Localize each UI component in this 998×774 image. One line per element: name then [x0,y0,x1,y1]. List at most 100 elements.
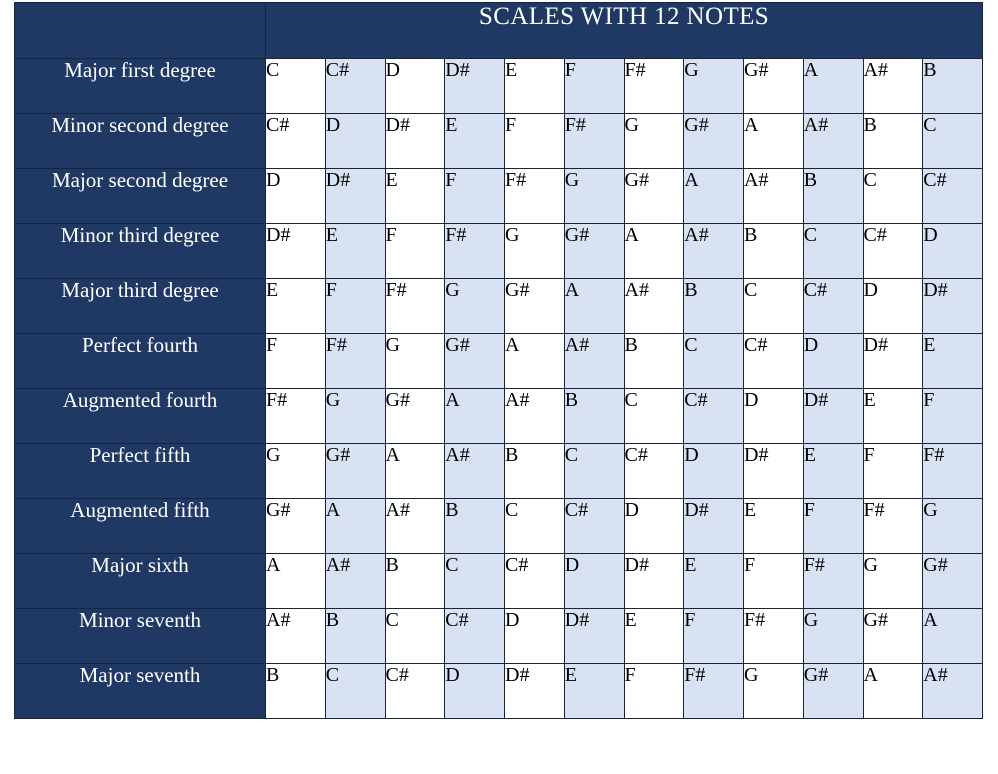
note-cell: F# [324,333,386,389]
note-cell: F [384,223,446,279]
row-label-cell: Major seventh [14,663,266,719]
note-cell: D [743,388,804,444]
table-header-row: SCALES WITH 12 NOTES [14,2,983,59]
note-cell: D# [802,388,864,444]
note-cell: A [743,113,804,169]
note-cell: A# [922,663,983,719]
note-cell: B [862,113,924,169]
note-cell: D [683,443,744,499]
note-cell: C# [324,58,386,114]
note-cell: A# [504,388,565,444]
row-label-cell: Major third degree [14,278,266,334]
note-cell: F [324,278,386,334]
note-cell: F# [743,608,804,664]
note-cell: F# [922,443,983,499]
note-cell: C [563,443,625,499]
note-cell: C# [623,443,685,499]
table-row: Perfect fifth G G# A A# B C C# D D# E F F# [14,443,983,499]
note-cell: G [444,278,505,334]
note-cell: E [623,608,685,664]
note-cell: G# [504,278,565,334]
note-cell: F [504,113,565,169]
note-cell: D# [504,663,565,719]
note-cell: C# [563,498,625,554]
table-row: Minor seventh A# B C C# D D# E F F# G G# A [14,608,983,664]
note-cell: E [265,278,326,334]
note-cell: G# [265,498,326,554]
table-row: Augmented fifth G# A A# B C C# D D# E F F# G [14,498,983,554]
note-cell: F [265,333,326,389]
note-cell: D# [265,223,326,279]
note-cell: G [384,333,446,389]
table-row: Major sixth A A# B C C# D D# E F F# G G# [14,553,983,609]
note-cell: D [623,498,685,554]
note-cell: B [683,278,744,334]
note-cell: C [922,113,983,169]
table-title: SCALES WITH 12 NOTES [265,2,983,59]
table-row: Major third degree E F F# G G# A A# B C C# D D# [14,278,983,334]
note-cell: G [862,553,924,609]
note-cell: F# [444,223,505,279]
row-label-cell: Major sixth [14,553,266,609]
note-cell: G# [743,58,804,114]
note-cell: F# [683,663,744,719]
note-cell: D# [922,278,983,334]
note-cell: G [504,223,565,279]
note-cell: E [802,443,864,499]
note-cell: C# [922,168,983,224]
note-cell: D# [862,333,924,389]
note-cell: D# [623,553,685,609]
note-cell: E [862,388,924,444]
note-cell: F [623,663,685,719]
note-cell: E [324,223,386,279]
note-cell: F# [504,168,565,224]
note-cell: C [444,553,505,609]
table-row: Major first degree C C# D D# E F F# G G# A A# B [14,58,983,114]
note-cell: C [802,223,864,279]
note-cell: D# [683,498,744,554]
row-label-cell: Minor seventh [14,608,266,664]
row-label-cell: Augmented fifth [14,498,266,554]
note-cell: E [922,333,983,389]
note-cell: B [265,663,326,719]
note-cell: B [384,553,446,609]
note-cell: B [743,223,804,279]
note-cell: D [862,278,924,334]
table-row: Perfect fourth F F# G G# A A# B C C# D D# E [14,333,983,389]
note-cell: A# [683,223,744,279]
note-cell: D# [563,608,625,664]
note-cell: G# [444,333,505,389]
note-cell: D [384,58,446,114]
note-cell: E [563,663,625,719]
note-cell: F# [384,278,446,334]
note-cell: F# [563,113,625,169]
scales-table-container: SCALES WITH 12 NOTES Major first degree C C… [14,2,983,719]
note-cell: C# [384,663,446,719]
note-cell: A# [444,443,505,499]
note-cell: C [504,498,565,554]
note-cell: C [743,278,804,334]
note-cell: F [444,168,505,224]
table-body: SCALES WITH 12 NOTES Major first degree C C… [14,2,983,719]
row-label-cell: Perfect fourth [14,333,266,389]
note-cell: D [444,663,505,719]
note-cell: E [504,58,565,114]
note-cell: D# [324,168,386,224]
note-cell: C [324,663,386,719]
note-cell: C# [862,223,924,279]
note-cell: C# [802,278,864,334]
note-cell: C [623,388,685,444]
row-label-cell: Major second degree [14,168,266,224]
note-cell: C [683,333,744,389]
note-cell: D [504,608,565,664]
table-row: Major second degree D D# E F F# G G# A A# B C C# [14,168,983,224]
note-cell: A [862,663,924,719]
note-cell: G [324,388,386,444]
note-cell: A# [265,608,326,664]
row-label-cell: Major first degree [14,58,266,114]
note-cell: A [265,553,326,609]
note-cell: F# [862,498,924,554]
note-cell: A# [563,333,625,389]
note-cell: G [683,58,744,114]
note-cell: G# [384,388,446,444]
